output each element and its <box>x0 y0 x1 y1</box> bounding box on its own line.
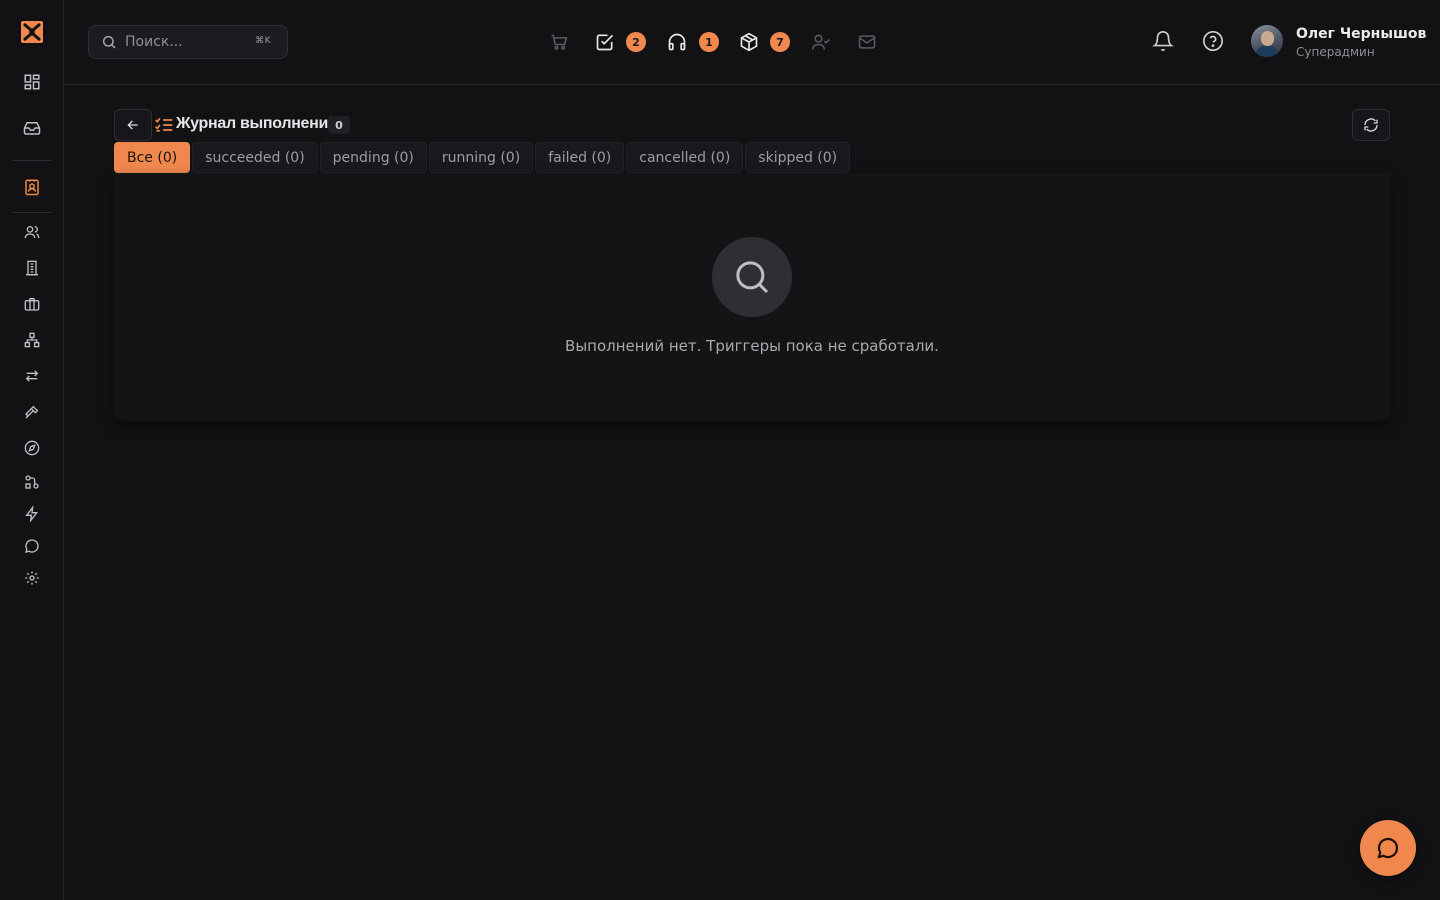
inbox-icon <box>23 119 41 137</box>
top-header: ⌘K 2 1 7 <box>64 0 1440 85</box>
cart-icon <box>549 32 569 52</box>
compass-icon <box>24 440 40 456</box>
sidebar-item-chats[interactable] <box>16 530 48 562</box>
hierarchy-icon <box>24 332 40 348</box>
sidebar-item-automations[interactable] <box>16 498 48 530</box>
search-input[interactable] <box>125 34 245 50</box>
app-logo[interactable] <box>20 20 44 44</box>
headphones-icon <box>667 32 687 52</box>
sidebar-item-explore[interactable] <box>16 432 48 464</box>
briefcase-icon <box>24 296 40 312</box>
mail-icon <box>857 32 877 52</box>
support-badge: 1 <box>699 32 719 52</box>
sidebar-item-transfers[interactable] <box>16 360 48 392</box>
search-shortcut: ⌘K <box>255 36 271 46</box>
sidebar-item-structure[interactable] <box>16 324 48 356</box>
mail-button[interactable] <box>855 30 879 54</box>
packages-button[interactable] <box>737 30 761 54</box>
user-name[interactable]: Олег Чернышов <box>1296 26 1426 42</box>
tasks-button[interactable] <box>593 30 617 54</box>
search-icon <box>101 34 117 50</box>
sidebar-item-tools[interactable] <box>16 396 48 428</box>
search-icon <box>732 257 772 297</box>
cart-button[interactable] <box>547 30 571 54</box>
arrow-left-icon <box>125 117 141 133</box>
user-role: Суперадмин <box>1296 45 1375 59</box>
tab-all[interactable]: Все (0) <box>114 142 191 173</box>
workflow-icon <box>24 474 40 490</box>
chat-bubble-icon <box>1376 836 1400 860</box>
avatar-body <box>1256 46 1278 57</box>
tab-running[interactable]: running (0) <box>428 142 534 173</box>
sidebar <box>0 0 64 900</box>
empty-state-badge <box>712 237 792 317</box>
gear-icon <box>24 570 40 586</box>
tab-cancelled[interactable]: cancelled (0) <box>626 142 744 173</box>
users-icon <box>24 224 40 240</box>
tab-pending[interactable]: pending (0) <box>319 142 427 173</box>
status-tabs: Все (0) succeeded (0) pending (0) runnin… <box>114 142 851 173</box>
sidebar-divider <box>12 212 52 213</box>
sidebar-item-workflows[interactable] <box>16 466 48 498</box>
sidebar-item-contacts[interactable] <box>16 171 48 203</box>
tab-failed[interactable]: failed (0) <box>535 142 625 173</box>
sidebar-item-users[interactable] <box>16 216 48 248</box>
checklist-icon <box>154 116 174 134</box>
question-circle-icon <box>1202 30 1224 52</box>
lightning-icon <box>24 506 40 522</box>
dashboard-icon <box>23 73 41 91</box>
building-icon <box>24 260 40 276</box>
help-button[interactable] <box>1202 30 1224 52</box>
packages-badge: 7 <box>770 32 790 52</box>
page-title: Журнал выполнений <box>176 115 338 132</box>
transfer-arrows-icon <box>24 368 40 384</box>
bell-icon <box>1152 29 1174 53</box>
checkbox-icon <box>595 32 615 52</box>
chat-fab-button[interactable] <box>1360 820 1416 876</box>
refresh-button[interactable] <box>1352 109 1390 141</box>
title-count-badge: 0 <box>328 116 350 134</box>
chat-icon <box>24 538 40 554</box>
tasks-badge: 2 <box>626 32 646 52</box>
tab-succeeded[interactable]: succeeded (0) <box>192 142 318 173</box>
sidebar-item-inbox[interactable] <box>16 112 48 144</box>
contact-card-icon <box>23 178 41 196</box>
sidebar-item-dashboard[interactable] <box>16 66 48 98</box>
refresh-icon <box>1363 117 1379 133</box>
tab-skipped[interactable]: skipped (0) <box>745 142 851 173</box>
sidebar-divider <box>12 160 52 161</box>
hammer-icon <box>24 404 40 420</box>
user-check-icon <box>811 32 831 52</box>
sidebar-item-companies[interactable] <box>16 252 48 284</box>
empty-state-message: Выполнений нет. Триггеры пока не сработа… <box>565 337 939 355</box>
back-button[interactable] <box>114 109 152 141</box>
support-button[interactable] <box>665 30 689 54</box>
sidebar-item-deals[interactable] <box>16 288 48 320</box>
notifications-button[interactable] <box>1152 29 1174 53</box>
executions-panel: Выполнений нет. Триггеры пока не сработа… <box>114 173 1390 421</box>
package-icon <box>739 32 759 52</box>
user-check-button[interactable] <box>809 30 833 54</box>
search-box[interactable]: ⌘K <box>88 25 288 59</box>
sidebar-item-settings[interactable] <box>16 562 48 594</box>
avatar-face <box>1261 31 1274 46</box>
avatar[interactable] <box>1251 25 1283 57</box>
